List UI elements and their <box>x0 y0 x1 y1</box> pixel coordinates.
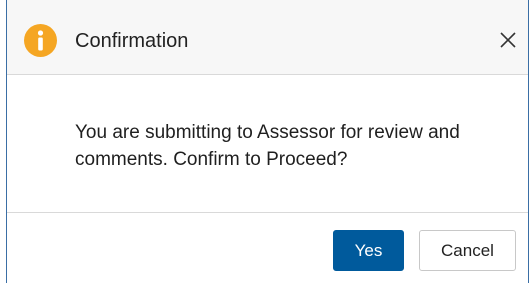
cancel-button[interactable]: Cancel <box>419 230 516 271</box>
dialog-header: Confirmation <box>7 0 528 75</box>
confirmation-dialog: Confirmation You are submitting to Asses… <box>6 0 529 283</box>
yes-button[interactable]: Yes <box>333 230 404 271</box>
info-icon <box>24 24 57 57</box>
dialog-body: You are submitting to Assessor for revie… <box>7 75 528 213</box>
dialog-title: Confirmation <box>75 30 189 52</box>
close-icon[interactable] <box>498 30 518 50</box>
dialog-footer: Yes Cancel <box>7 213 528 283</box>
dialog-message: You are submitting to Assessor for revie… <box>75 122 460 170</box>
